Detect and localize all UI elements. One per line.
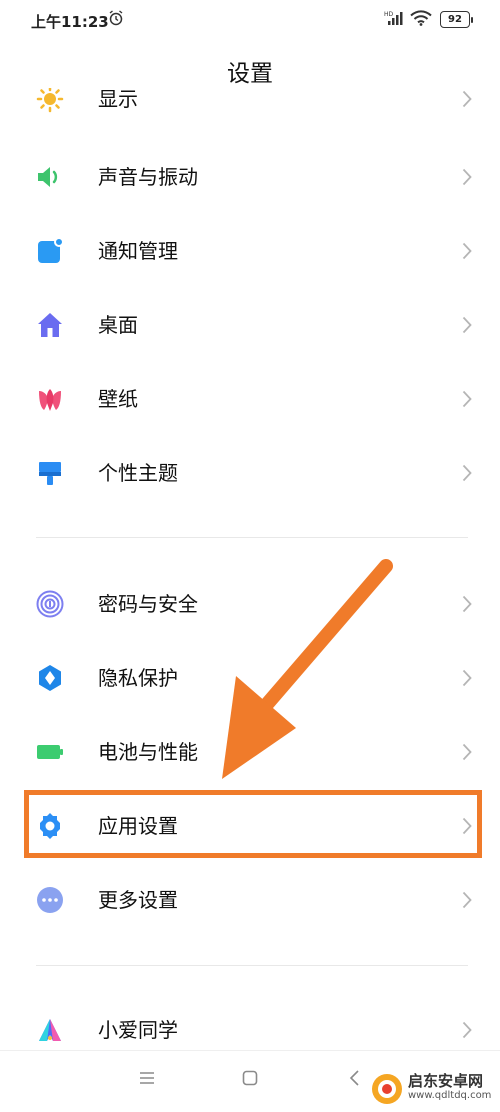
back-icon[interactable] [346,1069,364,1091]
paintbrush-icon [36,459,64,487]
chevron-right-icon [462,242,472,264]
list-item-label: 通知管理 [98,239,178,263]
home-button-icon[interactable] [241,1069,259,1091]
chevron-right-icon [462,595,472,617]
watermark-url: www.qdltdq.com [408,1090,492,1101]
list-item-sound[interactable]: 声音与振动 [0,140,500,214]
list-item-label: 隐私保护 [98,666,178,690]
list-item-label: 桌面 [98,313,138,337]
list-item-label: 壁纸 [98,387,138,411]
gear-icon [36,812,64,840]
signal-icon: HD [384,10,406,30]
fingerprint-icon [36,590,64,618]
list-item-wallpaper[interactable]: 壁纸 [0,362,500,436]
tulip-icon [36,385,64,413]
list-item-app-settings[interactable]: 应用设置 [0,789,500,863]
chevron-right-icon [462,817,472,839]
xiaoai-icon [36,1016,64,1044]
list-item-label: 声音与振动 [98,165,198,189]
sun-icon [36,88,64,113]
chevron-right-icon [462,168,472,190]
list-item-battery-performance[interactable]: 电池与性能 [0,715,500,789]
battery-indicator: 92 [440,11,473,28]
section-divider [36,537,468,538]
watermark: 启东安卓网 www.qdltdq.com [370,1070,500,1110]
menu-icon[interactable] [138,1069,156,1091]
watermark-logo-icon [370,1072,404,1110]
chevron-right-icon [462,390,472,412]
svg-text:HD: HD [384,11,394,18]
chevron-right-icon [462,316,472,338]
chevron-right-icon [462,1021,472,1043]
wifi-icon [410,10,432,30]
list-item-more-settings[interactable]: 更多设置 [0,863,500,937]
chevron-right-icon [462,90,472,112]
list-item-label: 显示 [98,88,138,111]
page-title: 设置 [227,61,273,87]
alarm-icon [108,10,124,30]
status-bar: 上午11:23 HD 92 [0,0,500,40]
speaker-icon [36,163,64,191]
home-icon [36,311,64,339]
list-item-notifications[interactable]: 通知管理 [0,214,500,288]
clipped-item-area: 显示 [0,88,500,118]
battery-icon [36,738,64,766]
list-item-label: 更多设置 [98,888,178,912]
notification-icon [36,237,64,265]
list-item-label: 应用设置 [98,814,178,838]
chevron-right-icon [462,464,472,486]
chevron-right-icon [462,891,472,913]
list-item-themes[interactable]: 个性主题 [0,436,500,510]
section-divider [36,965,468,966]
chevron-right-icon [462,743,472,765]
list-item-password-security[interactable]: 密码与安全 [0,567,500,641]
list-item-label: 个性主题 [98,461,178,485]
list-item-label: 密码与安全 [98,592,198,616]
status-time: 上午11:23 [31,13,109,31]
list-item-desktop[interactable]: 桌面 [0,288,500,362]
chevron-right-icon [462,669,472,691]
list-item-privacy[interactable]: 隐私保护 [0,641,500,715]
list-item-label: 电池与性能 [98,740,198,764]
watermark-title: 启东安卓网 [408,1072,484,1090]
privacy-shield-icon [36,664,64,692]
more-dots-icon [36,886,64,914]
list-item-display[interactable]: 显示 [0,88,500,118]
